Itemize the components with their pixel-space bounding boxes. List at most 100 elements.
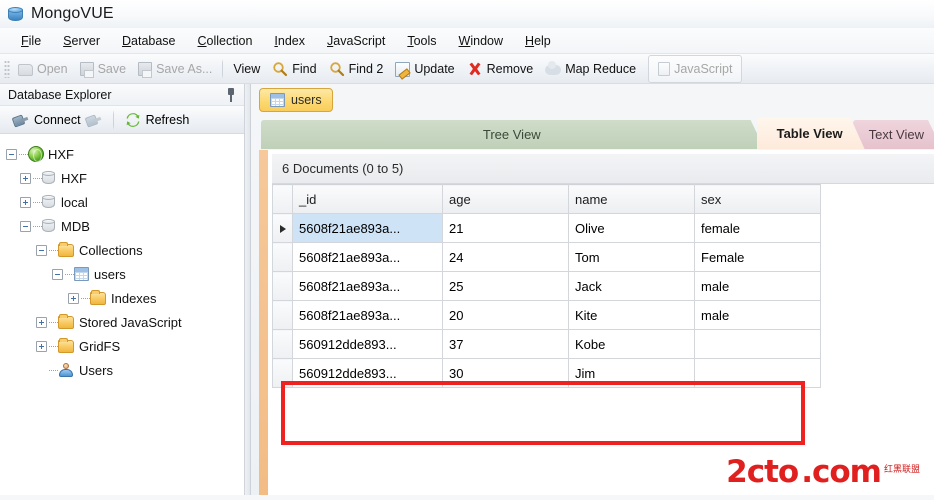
tree-node-local-db[interactable]: local bbox=[6, 190, 244, 214]
tree-node-collections[interactable]: Collections bbox=[6, 238, 244, 262]
expand-expander-icon[interactable] bbox=[68, 292, 79, 304]
tree-node-stored-javascript[interactable]: Stored JavaScript bbox=[6, 310, 244, 334]
cell-name[interactable]: Olive bbox=[568, 213, 695, 243]
collapse-expander-icon[interactable] bbox=[20, 220, 31, 232]
cell-name[interactable]: Jim bbox=[568, 358, 695, 388]
save-as-button[interactable]: Save As... bbox=[132, 57, 218, 81]
folder-icon bbox=[58, 313, 74, 329]
cell-id[interactable]: 560912dde893... bbox=[292, 329, 443, 359]
database-explorer-panel: Database Explorer Connect Refresh HXF HX… bbox=[0, 84, 245, 495]
column-header-id[interactable]: _id bbox=[292, 184, 443, 214]
expand-expander-icon[interactable] bbox=[36, 316, 47, 328]
expand-expander-icon[interactable] bbox=[36, 340, 47, 352]
table-row[interactable]: 5608f21ae893a... 21 Olive female bbox=[272, 213, 821, 243]
find2-label: Find 2 bbox=[348, 61, 384, 76]
view-button[interactable]: View bbox=[227, 57, 266, 81]
table-row[interactable]: 560912dde893... 30 Jim bbox=[272, 358, 821, 388]
find2-button[interactable]: Find 2 bbox=[323, 57, 390, 81]
cell-age[interactable]: 20 bbox=[442, 300, 569, 330]
cell-name[interactable]: Kite bbox=[568, 300, 695, 330]
cell-sex[interactable]: male bbox=[694, 300, 821, 330]
menu-index[interactable]: Index bbox=[263, 31, 316, 51]
map-reduce-button[interactable]: Map Reduce bbox=[539, 57, 642, 81]
cell-id[interactable]: 5608f21ae893a... bbox=[292, 300, 443, 330]
refresh-icon bbox=[125, 112, 141, 127]
table-row[interactable]: 560912dde893... 37 Kobe bbox=[272, 329, 821, 359]
menu-window[interactable]: Window bbox=[448, 31, 514, 51]
tree-node-hxf-server[interactable]: HXF bbox=[6, 142, 244, 166]
tree-node-users-accounts[interactable]: Users bbox=[6, 358, 244, 382]
explorer-toolbar: Connect Refresh bbox=[0, 106, 244, 134]
cell-age[interactable]: 37 bbox=[442, 329, 569, 359]
column-header-name[interactable]: name bbox=[568, 184, 695, 214]
find-button[interactable]: Find bbox=[266, 57, 322, 81]
globe-icon bbox=[28, 146, 44, 162]
row-selector[interactable] bbox=[272, 213, 293, 243]
toolbar-separator bbox=[222, 58, 224, 79]
remove-button[interactable]: Remove bbox=[461, 57, 540, 81]
table-row[interactable]: 5608f21ae893a... 24 Tom Female bbox=[272, 242, 821, 272]
pin-icon[interactable] bbox=[225, 87, 238, 102]
open-button[interactable]: Open bbox=[12, 57, 74, 81]
tree-node-mdb-db[interactable]: MDB bbox=[6, 214, 244, 238]
collapse-expander-icon[interactable] bbox=[6, 148, 17, 160]
row-selector[interactable] bbox=[272, 242, 293, 272]
app-title: MongoVUE bbox=[31, 5, 114, 22]
menu-database[interactable]: Database bbox=[111, 31, 187, 51]
connect-button[interactable]: Connect bbox=[6, 111, 109, 129]
expand-expander-icon[interactable] bbox=[20, 196, 31, 208]
cell-age[interactable]: 21 bbox=[442, 213, 569, 243]
row-selector[interactable] bbox=[272, 300, 293, 330]
menu-javascript[interactable]: JavaScript bbox=[316, 31, 396, 51]
cell-age[interactable]: 24 bbox=[442, 242, 569, 272]
javascript-button[interactable]: JavaScript bbox=[652, 57, 738, 81]
menu-server[interactable]: Server bbox=[52, 31, 111, 51]
tree-node-gridfs[interactable]: GridFS bbox=[6, 334, 244, 358]
update-button[interactable]: Update bbox=[389, 57, 460, 81]
cell-id[interactable]: 5608f21ae893a... bbox=[292, 242, 443, 272]
collection-tab-users[interactable]: users bbox=[259, 88, 333, 112]
table-row[interactable]: 5608f21ae893a... 25 Jack male bbox=[272, 271, 821, 301]
cell-name[interactable]: Tom bbox=[568, 242, 695, 272]
collapse-expander-icon[interactable] bbox=[36, 244, 47, 256]
row-selector[interactable] bbox=[272, 271, 293, 301]
cell-name[interactable]: Jack bbox=[568, 271, 695, 301]
cell-sex[interactable]: female bbox=[694, 213, 821, 243]
menu-file[interactable]: File bbox=[10, 31, 52, 51]
cell-sex[interactable] bbox=[694, 358, 821, 388]
cell-id[interactable]: 5608f21ae893a... bbox=[292, 271, 443, 301]
tab-table-view[interactable]: Table View bbox=[757, 118, 865, 149]
column-header-age[interactable]: age bbox=[442, 184, 569, 214]
tree-node-users-collection[interactable]: users bbox=[6, 262, 244, 286]
toolbar-grip[interactable] bbox=[4, 59, 10, 78]
menu-tools[interactable]: Tools bbox=[396, 31, 447, 51]
cell-sex[interactable] bbox=[694, 329, 821, 359]
tab-label: Table View bbox=[776, 126, 843, 141]
tree-node-hxf-db[interactable]: HXF bbox=[6, 166, 244, 190]
cell-id[interactable]: 5608f21ae893a... bbox=[292, 213, 443, 243]
menu-help[interactable]: Help bbox=[514, 31, 562, 51]
expand-expander-icon[interactable] bbox=[20, 172, 31, 184]
row-selector[interactable] bbox=[272, 329, 293, 359]
tree-label: local bbox=[61, 194, 88, 210]
cell-age[interactable]: 25 bbox=[442, 271, 569, 301]
cell-sex[interactable]: male bbox=[694, 271, 821, 301]
cell-age[interactable]: 30 bbox=[442, 358, 569, 388]
table-row[interactable]: 5608f21ae893a... 20 Kite male bbox=[272, 300, 821, 330]
refresh-button[interactable]: Refresh bbox=[118, 111, 197, 129]
tab-tree-view[interactable]: Tree View bbox=[261, 120, 765, 149]
cell-name[interactable]: Kobe bbox=[568, 329, 695, 359]
row-selector[interactable] bbox=[272, 358, 293, 388]
cell-id[interactable]: 560912dde893... bbox=[292, 358, 443, 388]
tree-node-indexes[interactable]: Indexes bbox=[6, 286, 244, 310]
cell-sex[interactable]: Female bbox=[694, 242, 821, 272]
column-header-sex[interactable]: sex bbox=[694, 184, 821, 214]
tab-text-view[interactable]: Text View bbox=[853, 120, 934, 149]
tree-line bbox=[49, 321, 58, 323]
search-icon bbox=[272, 61, 288, 77]
tree-label: Collections bbox=[79, 242, 143, 258]
menu-collection[interactable]: Collection bbox=[187, 31, 264, 51]
collapse-expander-icon[interactable] bbox=[52, 268, 63, 280]
explorer-toolbar-separator bbox=[112, 109, 114, 130]
save-button[interactable]: Save bbox=[74, 57, 133, 81]
